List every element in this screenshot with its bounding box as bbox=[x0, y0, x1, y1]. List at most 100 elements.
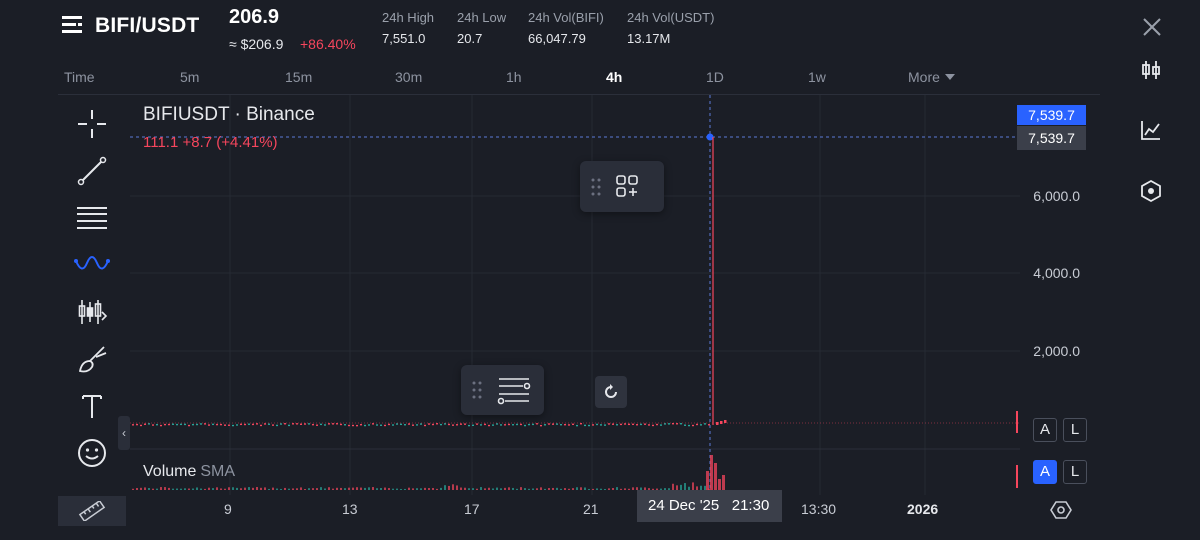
candle bbox=[340, 423, 342, 426]
hexagon-settings-icon[interactable] bbox=[1139, 179, 1163, 203]
candle bbox=[244, 423, 246, 426]
volume-bar bbox=[488, 487, 490, 490]
volume-bar bbox=[512, 487, 514, 490]
candle bbox=[592, 424, 594, 426]
indicator-floating-panel[interactable] bbox=[461, 365, 544, 415]
volume-bar bbox=[168, 487, 170, 490]
tab-timeframe-15m[interactable]: 15m bbox=[285, 69, 312, 85]
candle bbox=[656, 423, 658, 426]
drag-handle-icon[interactable] bbox=[580, 161, 610, 212]
candle bbox=[648, 424, 650, 426]
candle bbox=[488, 424, 490, 427]
candle bbox=[396, 423, 398, 425]
add-widget-icon[interactable] bbox=[610, 161, 650, 212]
volume-bar bbox=[616, 487, 618, 490]
chart-settings-icon[interactable] bbox=[1049, 498, 1073, 522]
volume-bar bbox=[148, 488, 150, 490]
volume-bar bbox=[356, 487, 358, 490]
last-price: 206.9 bbox=[229, 6, 280, 28]
volume-bar bbox=[400, 488, 402, 490]
candle bbox=[248, 423, 250, 425]
candle bbox=[276, 424, 278, 427]
reset-chart-button[interactable] bbox=[595, 376, 627, 408]
pattern-tool[interactable] bbox=[72, 245, 112, 285]
tab-timeframe-5m[interactable]: 5m bbox=[180, 69, 199, 85]
fib-retracement-tool[interactable] bbox=[72, 198, 112, 238]
close-icon[interactable] bbox=[1141, 16, 1163, 38]
ruler-tool[interactable] bbox=[58, 496, 126, 526]
collapse-toolbar-button[interactable]: ‹ bbox=[118, 416, 130, 450]
candle bbox=[308, 423, 310, 425]
volume-log-scale-button[interactable]: L bbox=[1063, 460, 1087, 484]
tab-timeframe-4h[interactable]: 4h bbox=[606, 69, 622, 85]
price-chart-canvas[interactable] bbox=[130, 95, 1020, 495]
candle bbox=[468, 424, 470, 427]
tab-timeframe-30m[interactable]: 30m bbox=[395, 69, 422, 85]
candle bbox=[196, 423, 198, 426]
drag-handle-icon[interactable] bbox=[461, 365, 491, 415]
candle bbox=[332, 423, 334, 425]
candle bbox=[268, 423, 270, 425]
fib-retracement-icon bbox=[77, 207, 107, 229]
candle bbox=[476, 423, 478, 425]
time-axis-label: 9 bbox=[224, 501, 232, 517]
volume-bar bbox=[320, 487, 322, 490]
candlestick-chart-icon[interactable] bbox=[1139, 58, 1163, 82]
tab-timeframe-1h[interactable]: 1h bbox=[506, 69, 522, 85]
volume-bar bbox=[392, 488, 394, 490]
volume-bar bbox=[516, 488, 518, 490]
candle bbox=[272, 424, 274, 426]
crosshair-tool[interactable] bbox=[72, 104, 112, 144]
candle bbox=[528, 423, 530, 426]
volume-auto-scale-button[interactable]: A bbox=[1033, 460, 1057, 484]
volume-bar bbox=[144, 487, 146, 490]
candle bbox=[252, 423, 254, 426]
candle bbox=[320, 423, 322, 426]
candle bbox=[684, 424, 686, 426]
volume-legend[interactable]: Volume SMA bbox=[143, 463, 235, 481]
volume-bar bbox=[460, 487, 462, 490]
candle bbox=[240, 423, 242, 426]
volume-bar bbox=[416, 488, 418, 490]
line-chart-icon[interactable] bbox=[1139, 118, 1163, 142]
more-timeframes-button[interactable]: More bbox=[908, 69, 955, 85]
text-tool[interactable] bbox=[72, 386, 112, 426]
candle bbox=[404, 424, 406, 426]
volume-bar bbox=[444, 485, 446, 490]
pair-selector[interactable]: BIFI/USDT bbox=[95, 14, 199, 38]
price-log-scale-button[interactable]: L bbox=[1063, 418, 1087, 442]
candle bbox=[200, 423, 202, 425]
volume-bar bbox=[252, 487, 254, 490]
candle bbox=[344, 424, 346, 426]
brush-icon bbox=[78, 346, 107, 373]
long-short-tool[interactable] bbox=[72, 292, 112, 332]
candle bbox=[192, 423, 194, 426]
volume-bar bbox=[276, 488, 278, 490]
volume-bar bbox=[244, 487, 246, 490]
tab-timeframe-1w[interactable]: 1w bbox=[808, 69, 826, 85]
volume-bar bbox=[292, 488, 294, 490]
volume-bar bbox=[304, 488, 306, 490]
candle bbox=[412, 424, 414, 426]
candle bbox=[456, 424, 458, 426]
tab-timeframe-1d[interactable]: 1D bbox=[706, 69, 724, 85]
candle bbox=[540, 424, 542, 427]
price-change-percent: +86.40% bbox=[300, 36, 356, 52]
price-auto-scale-button[interactable]: A bbox=[1033, 418, 1057, 442]
menu-logo-icon[interactable] bbox=[62, 14, 84, 36]
volume-bar bbox=[722, 475, 725, 490]
emoji-tool[interactable] bbox=[72, 433, 112, 473]
brush-tool[interactable] bbox=[72, 339, 112, 379]
volume-bar bbox=[536, 488, 538, 490]
trend-line-tool[interactable] bbox=[72, 151, 112, 191]
layout-floating-panel[interactable] bbox=[580, 161, 664, 212]
candle bbox=[556, 423, 558, 425]
volume-bar bbox=[188, 488, 190, 490]
volume-bar bbox=[580, 487, 582, 490]
candle bbox=[560, 423, 562, 426]
volume-label: Volume bbox=[143, 463, 197, 480]
volume-bar bbox=[706, 471, 709, 490]
indicator-settings-icon[interactable] bbox=[491, 365, 535, 415]
volume-bar bbox=[180, 488, 182, 490]
volume-bar bbox=[152, 488, 154, 490]
